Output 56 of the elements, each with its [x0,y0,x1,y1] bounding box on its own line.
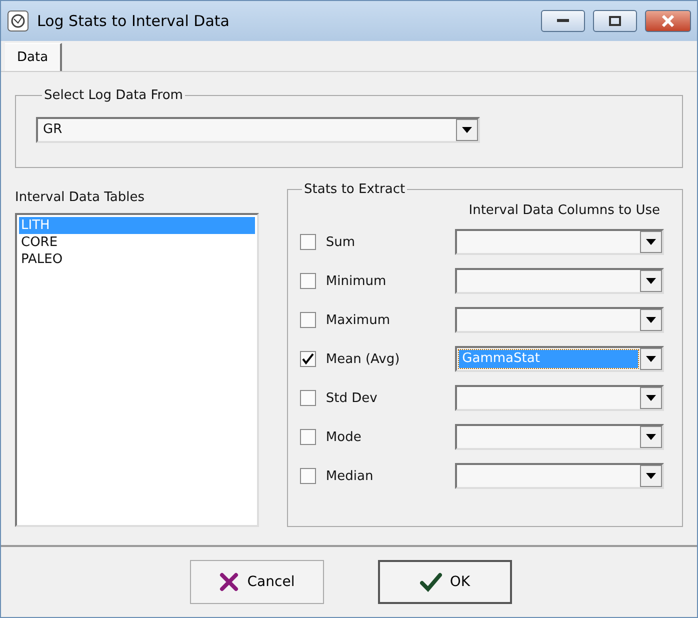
checkbox-label: Median [326,468,374,484]
ok-button[interactable]: OK [378,560,512,604]
minimize-icon [557,19,569,23]
maximize-icon [609,16,621,26]
close-icon [661,15,675,27]
window-title: Log Stats to Interval Data [37,12,230,30]
checkbox-label: Mean (Avg) [326,352,401,366]
checkbox[interactable] [300,390,316,406]
checkbox[interactable] [300,468,316,484]
column-dropdown[interactable] [455,307,664,333]
column-dropdown[interactable] [455,229,664,255]
close-icon [219,572,240,592]
dropdown-arrow-icon [646,317,656,323]
checkbox[interactable] [300,351,316,367]
close-button[interactable] [645,10,691,32]
dropdown-button[interactable] [640,231,662,253]
checkbox[interactable] [300,312,316,328]
dropdown-arrow-icon [646,278,656,284]
maximize-button[interactable] [593,10,637,32]
column-header: Interval Data Columns to Use [468,203,660,218]
dropdown-arrow-icon [646,395,656,401]
list-item[interactable]: PALEO [19,251,255,268]
tab[interactable]: Data [5,43,62,71]
column-dropdown[interactable] [455,385,664,411]
group-label: Select Log Data From [43,88,184,103]
minimize-button[interactable] [541,10,585,32]
group-label: Stats to Extract [303,182,406,197]
column-dropdown[interactable] [455,463,664,489]
checkbox[interactable] [300,273,316,289]
dropdown-arrow-icon [646,473,656,479]
dropdown-arrow-icon [646,434,656,440]
app-icon [7,10,29,32]
column-dropdown[interactable] [455,424,664,450]
cancel-button[interactable]: Cancel [190,560,324,604]
dropdown-button[interactable] [640,348,662,370]
checkmark-icon [420,572,442,592]
checkbox-label: Mode [326,430,362,444]
dropdown-button[interactable] [640,309,662,331]
list-item[interactable]: CORE [19,234,255,251]
checkbox-label: Sum [326,234,356,250]
list-label: Interval Data Tables [15,190,146,205]
dropdown-arrow-icon [646,239,656,245]
checkbox[interactable] [300,234,316,250]
log-data-dropdown[interactable]: GR [36,117,480,143]
dropdown-arrow-icon [462,127,472,133]
dropdown-button[interactable] [640,270,662,292]
dropdown-button[interactable] [640,387,662,409]
column-dropdown[interactable] [455,268,664,294]
checkbox-label: Maximum [326,312,391,328]
dropdown-button[interactable] [640,426,662,448]
checkbox-label: Minimum [326,274,388,288]
dropdown-button[interactable] [456,119,478,141]
dropdown-button[interactable] [640,465,662,487]
dropdown-arrow-icon [646,356,656,362]
checkbox-label: Std Dev [326,390,378,406]
checkbox[interactable] [300,429,316,445]
